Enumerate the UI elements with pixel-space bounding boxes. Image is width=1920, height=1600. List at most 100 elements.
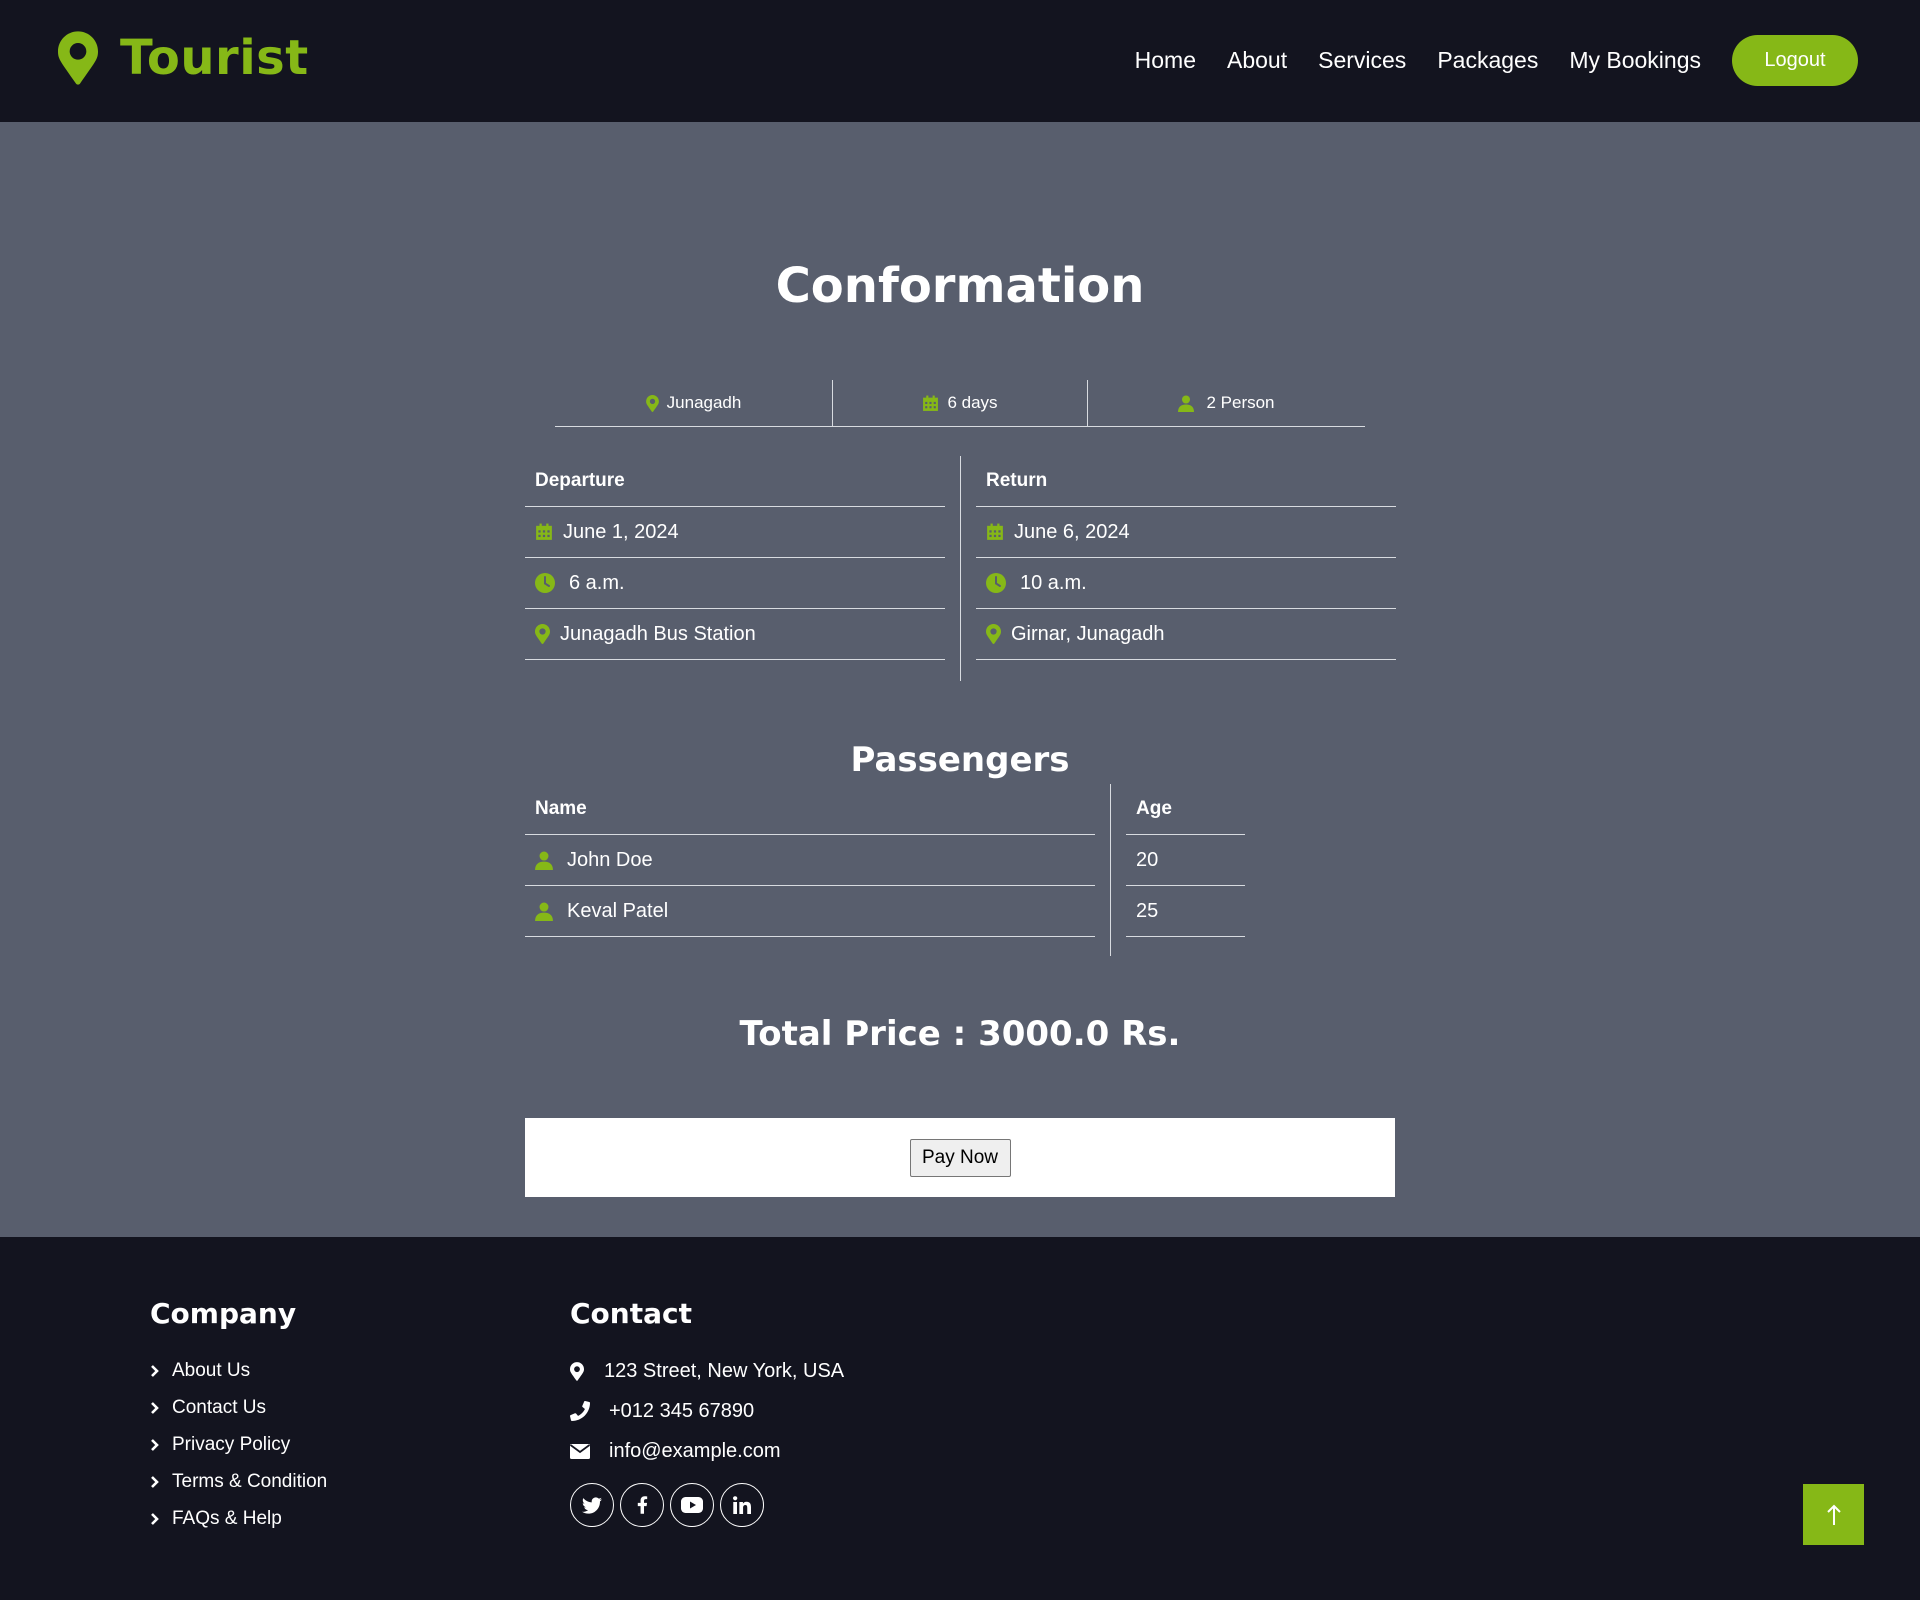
chevron-right-icon (150, 1364, 160, 1378)
table-row: Keval Patel (525, 886, 1095, 937)
brand-logo[interactable]: Tourist (58, 30, 309, 86)
phone-text: +012 345 67890 (609, 1399, 755, 1422)
return-place: Girnar, Junagadh (1011, 622, 1165, 645)
nav-packages[interactable]: Packages (1437, 47, 1538, 74)
logout-button[interactable]: Logout (1732, 35, 1858, 86)
facebook-icon (637, 1495, 648, 1515)
back-to-top-button[interactable] (1803, 1484, 1864, 1545)
nav-about[interactable]: About (1227, 47, 1287, 74)
return-place-row: Girnar, Junagadh (976, 609, 1396, 660)
column-divider (960, 456, 961, 681)
youtube-button[interactable] (670, 1483, 714, 1527)
footer-contact-title: Contact (570, 1297, 692, 1330)
address-text: 123 Street, New York, USA (604, 1359, 845, 1382)
departure-column: Departure June 1, 2024 6 a.m. Junagadh B… (525, 456, 945, 660)
passenger-name-column: Name John Doe Keval Patel (525, 784, 1095, 937)
departure-time-row: 6 a.m. (525, 558, 945, 609)
departure-date: June 1, 2024 (563, 520, 679, 543)
departure-time: 6 a.m. (569, 571, 625, 594)
contact-address: 123 Street, New York, USA (570, 1351, 844, 1391)
page-title: Conformation (775, 258, 1145, 314)
footer: Company About Us Contact Us Privacy Poli… (0, 1237, 1920, 1600)
map-marker-icon (58, 31, 120, 85)
age-header: Age (1126, 784, 1245, 835)
return-time: 10 a.m. (1020, 571, 1087, 594)
departure-place-row: Junagadh Bus Station (525, 609, 945, 660)
email-text: info@example.com (609, 1439, 781, 1462)
user-icon (1178, 395, 1195, 412)
return-time-row: 10 a.m. (976, 558, 1396, 609)
passengers-title: Passengers (850, 740, 1070, 780)
nav-menu: Home About Services Packages My Bookings… (1135, 35, 1858, 86)
map-marker-icon (645, 394, 659, 412)
return-date: June 6, 2024 (1014, 520, 1130, 543)
footer-link-label: Contact Us (172, 1396, 266, 1418)
chevron-right-icon (150, 1438, 160, 1452)
column-divider (1110, 784, 1111, 956)
contact-email: info@example.com (570, 1431, 844, 1471)
nav-services[interactable]: Services (1318, 47, 1406, 74)
return-date-row: June 6, 2024 (976, 507, 1396, 558)
linkedin-button[interactable] (720, 1483, 764, 1527)
passenger-age: 20 (1126, 835, 1245, 886)
contact-list: 123 Street, New York, USA +012 345 67890… (570, 1351, 844, 1471)
footer-link-about-us[interactable]: About Us (150, 1352, 327, 1389)
return-column: Return June 6, 2024 10 a.m. Girnar, Juna… (976, 456, 1396, 660)
clock-icon (535, 573, 555, 593)
summary-destination: Junagadh (555, 380, 833, 427)
summary-persons: 2 Person (1088, 380, 1365, 427)
footer-link-label: FAQs & Help (172, 1507, 282, 1529)
destination-text: Junagadh (666, 393, 742, 412)
youtube-icon (681, 1497, 703, 1513)
passenger-age: 25 (1126, 886, 1245, 937)
nav-my-bookings[interactable]: My Bookings (1569, 47, 1701, 74)
chevron-right-icon (150, 1512, 160, 1526)
map-marker-icon (535, 624, 550, 644)
brand-name: Tourist (120, 30, 309, 86)
linkedin-icon (733, 1496, 751, 1514)
social-links (570, 1483, 770, 1527)
calendar-icon (986, 523, 1004, 541)
chevron-right-icon (150, 1475, 160, 1489)
twitter-button[interactable] (570, 1483, 614, 1527)
departure-date-row: June 1, 2024 (525, 507, 945, 558)
navbar: Tourist Home About Services Packages My … (0, 0, 1920, 122)
user-icon (535, 851, 553, 870)
clock-icon (986, 573, 1006, 593)
footer-link-label: Terms & Condition (172, 1470, 328, 1492)
map-marker-icon (570, 1361, 604, 1381)
passenger-name: John Doe (567, 848, 653, 871)
name-header: Name (525, 784, 1095, 835)
nav-home[interactable]: Home (1135, 47, 1196, 74)
calendar-icon (922, 395, 939, 412)
footer-link-contact-us[interactable]: Contact Us (150, 1389, 327, 1426)
footer-company-title: Company (150, 1297, 297, 1330)
departure-header: Departure (525, 456, 945, 507)
calendar-icon (535, 523, 553, 541)
footer-link-label: Privacy Policy (172, 1433, 291, 1455)
passenger-name: Keval Patel (567, 899, 669, 922)
footer-link-terms[interactable]: Terms & Condition (150, 1463, 327, 1500)
passengers-table: Name John Doe Keval Patel Age 20 25 (525, 784, 1245, 956)
twitter-icon (582, 1496, 602, 1514)
duration-text: 6 days (947, 393, 998, 412)
pay-now-button[interactable]: Pay Now (909, 1138, 1011, 1177)
footer-link-faqs[interactable]: FAQs & Help (150, 1500, 327, 1537)
chevron-right-icon (150, 1401, 160, 1415)
payment-panel: Pay Now (525, 1118, 1395, 1197)
user-icon (535, 902, 553, 921)
footer-link-privacy-policy[interactable]: Privacy Policy (150, 1426, 327, 1463)
trip-summary: Junagadh 6 days 2 Person (555, 380, 1365, 427)
phone-icon (570, 1401, 609, 1421)
summary-duration: 6 days (833, 380, 1088, 427)
footer-link-label: About Us (172, 1359, 251, 1381)
map-marker-icon (986, 624, 1001, 644)
facebook-button[interactable] (620, 1483, 664, 1527)
table-row: John Doe (525, 835, 1095, 886)
company-links: About Us Contact Us Privacy Policy Terms… (150, 1352, 327, 1537)
trip-details-table: Departure June 1, 2024 6 a.m. Junagadh B… (525, 456, 1396, 681)
total-price: Total Price : 3000.0 Rs. (739, 1014, 1181, 1054)
persons-text: 2 Person (1206, 393, 1275, 412)
passenger-age-column: Age 20 25 (1126, 784, 1245, 937)
return-header: Return (976, 456, 1396, 507)
